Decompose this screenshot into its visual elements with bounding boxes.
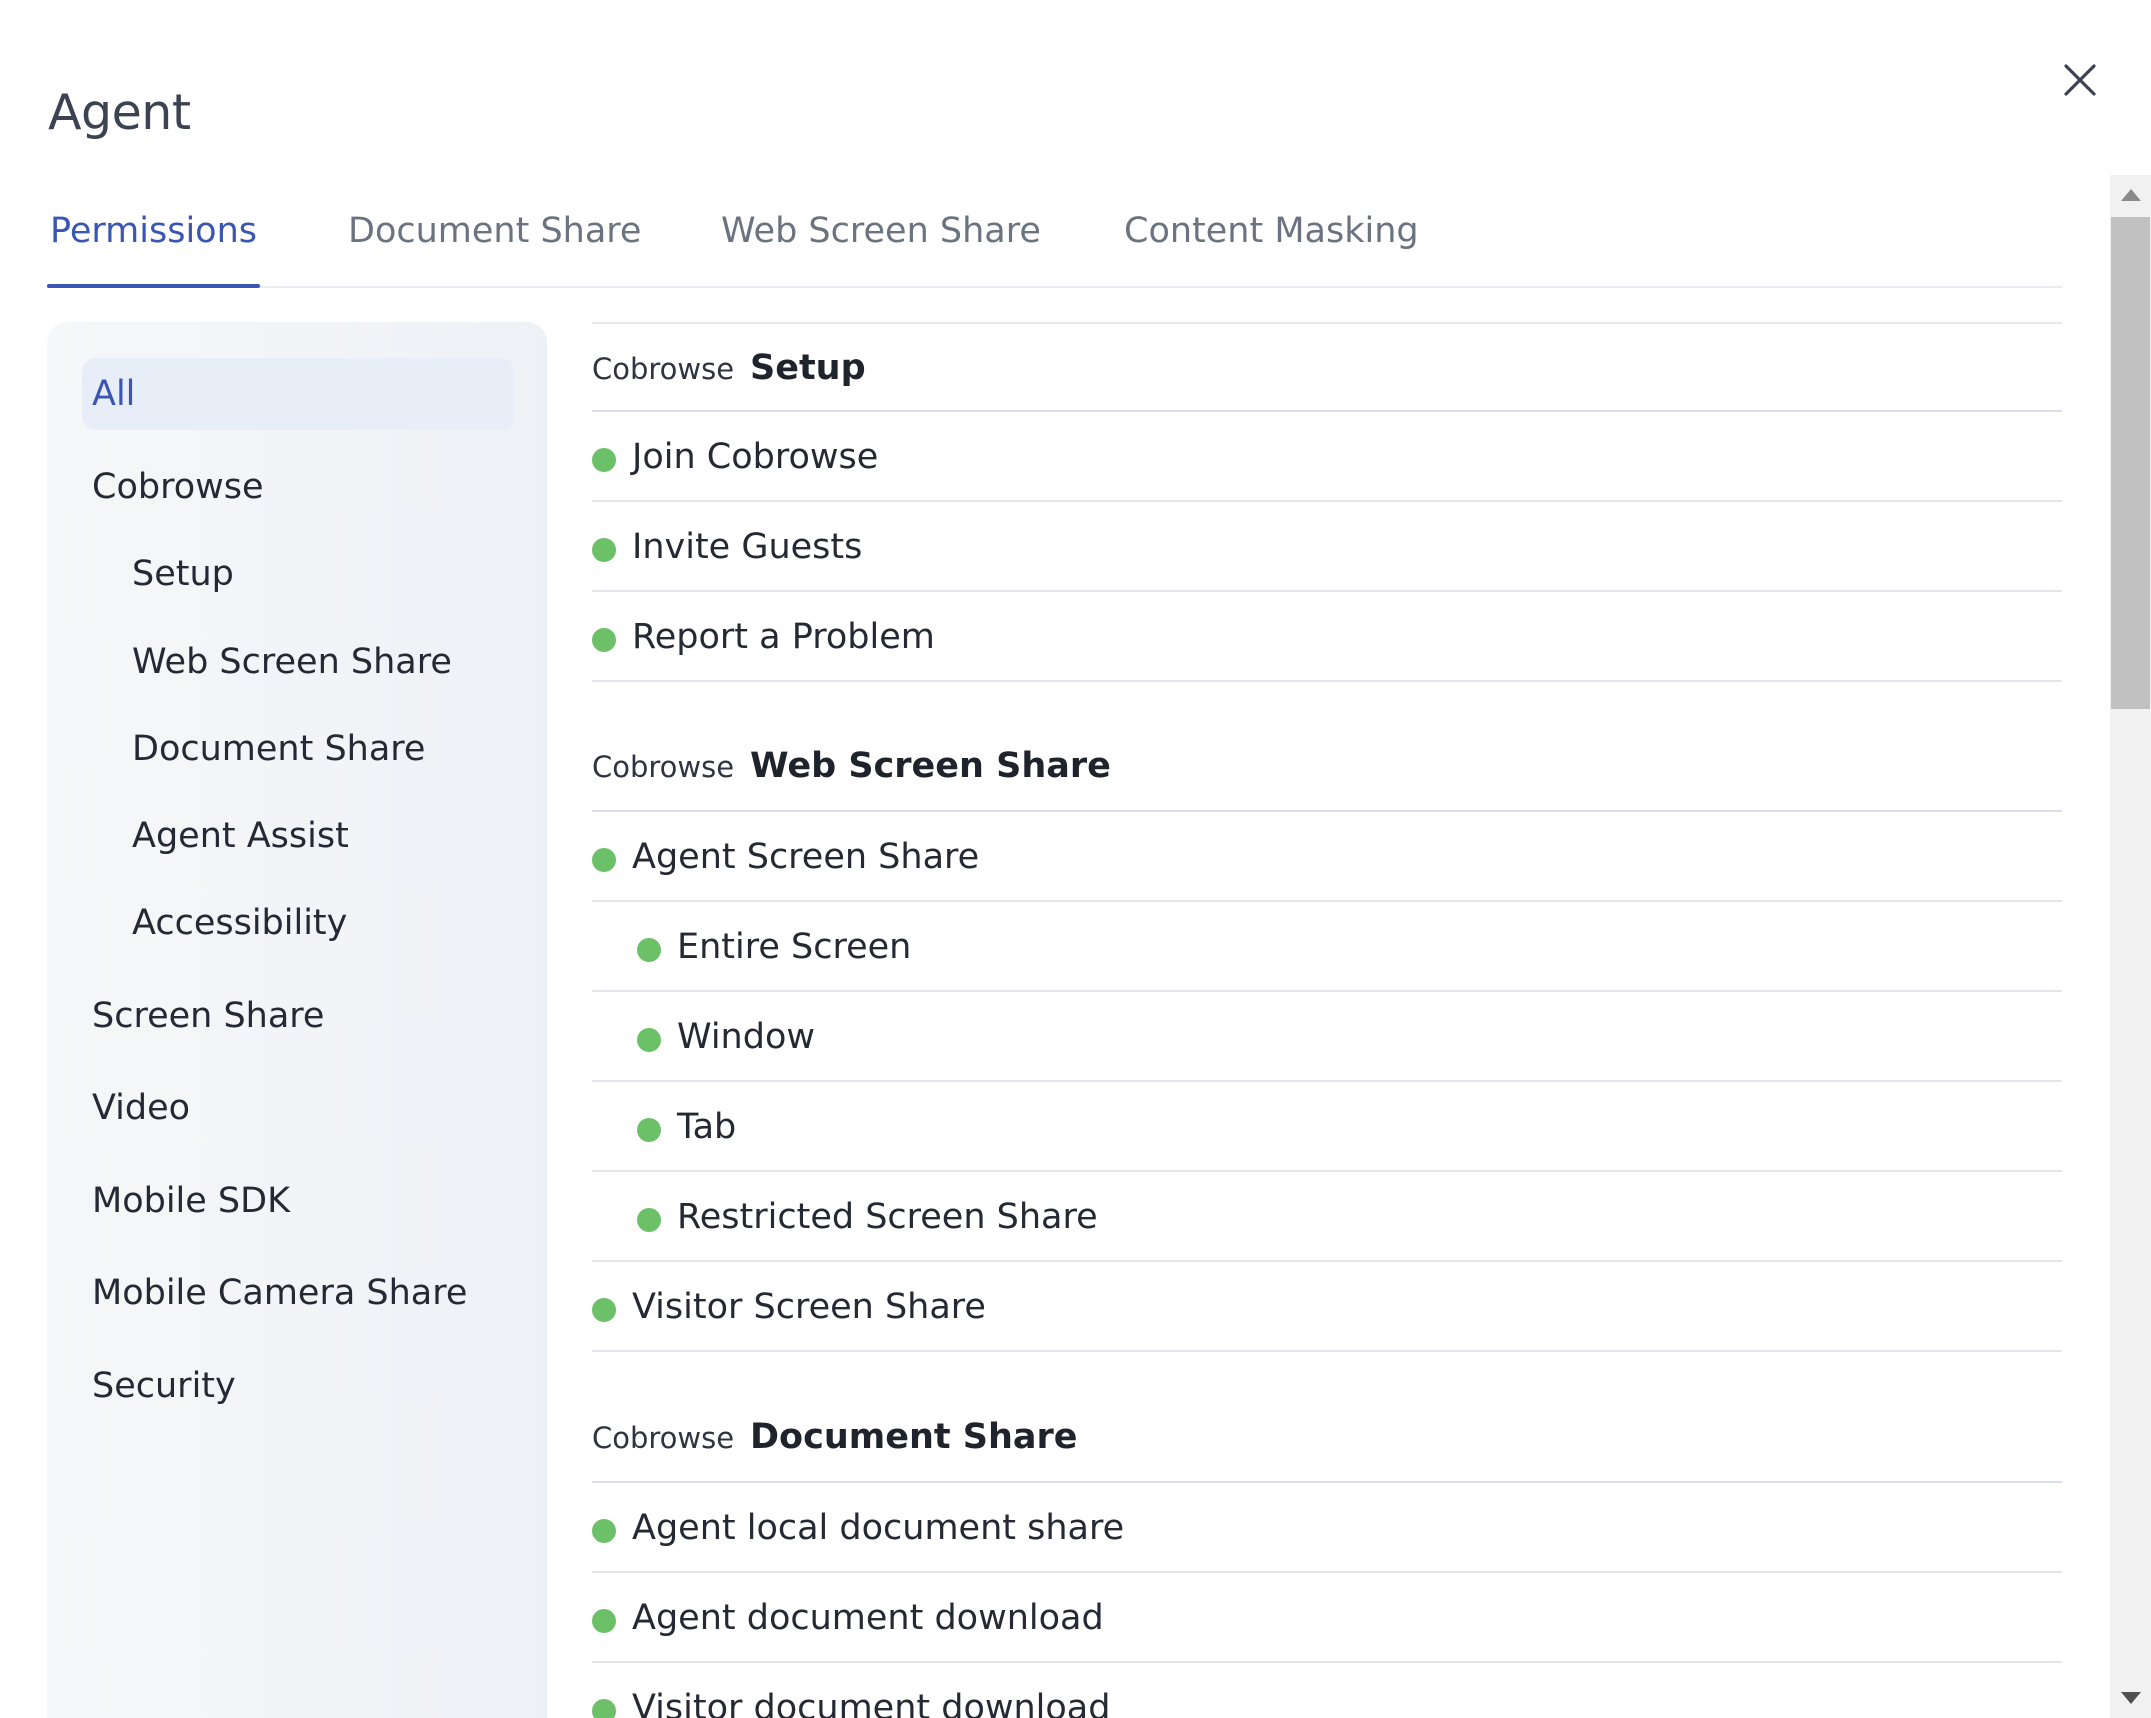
permission-row-restricted-screen-share: Restricted Screen Share	[592, 1172, 2062, 1262]
permission-row-invite-guests: Invite Guests	[592, 502, 2062, 592]
permission-label: Restricted Screen Share	[677, 1197, 1098, 1237]
permission-label: Report a Problem	[632, 617, 935, 657]
scroll-thumb[interactable]	[2111, 217, 2150, 709]
section-name: Document Share	[750, 1417, 1078, 1457]
enabled-status-dot	[592, 1519, 616, 1543]
dialog-title: Agent	[48, 84, 191, 141]
permission-label: Window	[677, 1017, 816, 1057]
sidebar-item-document-share[interactable]: Document Share	[132, 729, 425, 769]
sidebar-item-mobile-camera-share[interactable]: Mobile Camera Share	[92, 1273, 467, 1313]
enabled-status-dot	[592, 538, 616, 562]
permission-label: Entire Screen	[677, 927, 912, 967]
permission-row-agent-screen-share: Agent Screen Share	[592, 812, 2062, 902]
permission-row-window: Window	[592, 992, 2062, 1082]
enabled-status-dot	[592, 1298, 616, 1322]
section-name: Web Screen Share	[750, 746, 1111, 786]
permission-row-entire-screen: Entire Screen	[592, 902, 2062, 992]
enabled-status-dot	[592, 1609, 616, 1633]
permission-label: Agent local document share	[632, 1508, 1125, 1548]
permission-label: Visitor document download	[632, 1688, 1111, 1718]
section-header-web-screen-share: Cobrowse Web Screen Share	[592, 722, 2062, 812]
enabled-status-dot	[592, 628, 616, 652]
permission-row-visitor-document-download: Visitor document download	[592, 1663, 2062, 1718]
permission-row-visitor-screen-share: Visitor Screen Share	[592, 1262, 2062, 1352]
sidebar-item-mobile-sdk[interactable]: Mobile SDK	[92, 1181, 290, 1221]
section-header-document-share: Cobrowse Document Share	[592, 1393, 2062, 1483]
agent-dialog: Agent Permissions Document Share Web Scr…	[0, 0, 2151, 1718]
enabled-status-dot	[637, 1208, 661, 1232]
permission-row-report-a-problem: Report a Problem	[592, 592, 2062, 682]
sidebar-item-screen-share[interactable]: Screen Share	[92, 996, 324, 1036]
section-prefix: Cobrowse	[592, 1421, 735, 1455]
enabled-status-dot	[592, 448, 616, 472]
tab-permissions[interactable]: Permissions	[46, 200, 261, 288]
close-button[interactable]	[2058, 58, 2102, 102]
tab-web-screen-share[interactable]: Web Screen Share	[721, 200, 1041, 286]
section-header-setup: Cobrowse Setup	[592, 322, 2062, 412]
tab-content-masking[interactable]: Content Masking	[1124, 200, 1419, 286]
permission-label: Tab	[677, 1107, 737, 1147]
enabled-status-dot	[592, 848, 616, 872]
scroll-down-arrow-icon[interactable]	[2121, 1692, 2141, 1704]
sidebar-item-all[interactable]: All	[82, 358, 514, 430]
permission-label: Agent document download	[632, 1598, 1104, 1638]
sidebar-item-video[interactable]: Video	[92, 1088, 190, 1128]
section-name: Setup	[750, 348, 866, 388]
permission-label: Agent Screen Share	[632, 837, 980, 877]
permission-label: Join Cobrowse	[632, 437, 879, 477]
permission-label: Invite Guests	[632, 527, 863, 567]
vertical-scrollbar[interactable]	[2110, 175, 2151, 1718]
section-prefix: Cobrowse	[592, 750, 735, 784]
sidebar-item-agent-assist[interactable]: Agent Assist	[132, 816, 349, 856]
tab-document-share[interactable]: Document Share	[348, 200, 641, 286]
sidebar-item-accessibility[interactable]: Accessibility	[132, 903, 347, 943]
tab-bar: Permissions Document Share Web Screen Sh…	[46, 200, 2062, 288]
permission-row-join-cobrowse: Join Cobrowse	[592, 412, 2062, 502]
permission-row-agent-local-document-share: Agent local document share	[592, 1483, 2062, 1573]
sidebar-item-web-screen-share[interactable]: Web Screen Share	[132, 642, 452, 682]
enabled-status-dot	[637, 1118, 661, 1142]
section-prefix: Cobrowse	[592, 352, 735, 386]
enabled-status-dot	[637, 1028, 661, 1052]
scroll-up-arrow-icon[interactable]	[2121, 189, 2141, 201]
close-icon	[2064, 64, 2096, 96]
sidebar-item-setup[interactable]: Setup	[132, 554, 234, 594]
permission-row-tab: Tab	[592, 1082, 2062, 1172]
sidebar-item-cobrowse[interactable]: Cobrowse	[92, 467, 264, 507]
enabled-status-dot	[592, 1699, 616, 1718]
permission-category-sidebar: All Cobrowse Setup Web Screen Share Docu…	[47, 322, 547, 1718]
sidebar-item-security[interactable]: Security	[92, 1366, 236, 1406]
permission-row-agent-document-download: Agent document download	[592, 1573, 2062, 1663]
enabled-status-dot	[637, 938, 661, 962]
permissions-list: Cobrowse Setup Join Cobrowse Invite Gues…	[592, 322, 2062, 1718]
permission-label: Visitor Screen Share	[632, 1287, 986, 1327]
